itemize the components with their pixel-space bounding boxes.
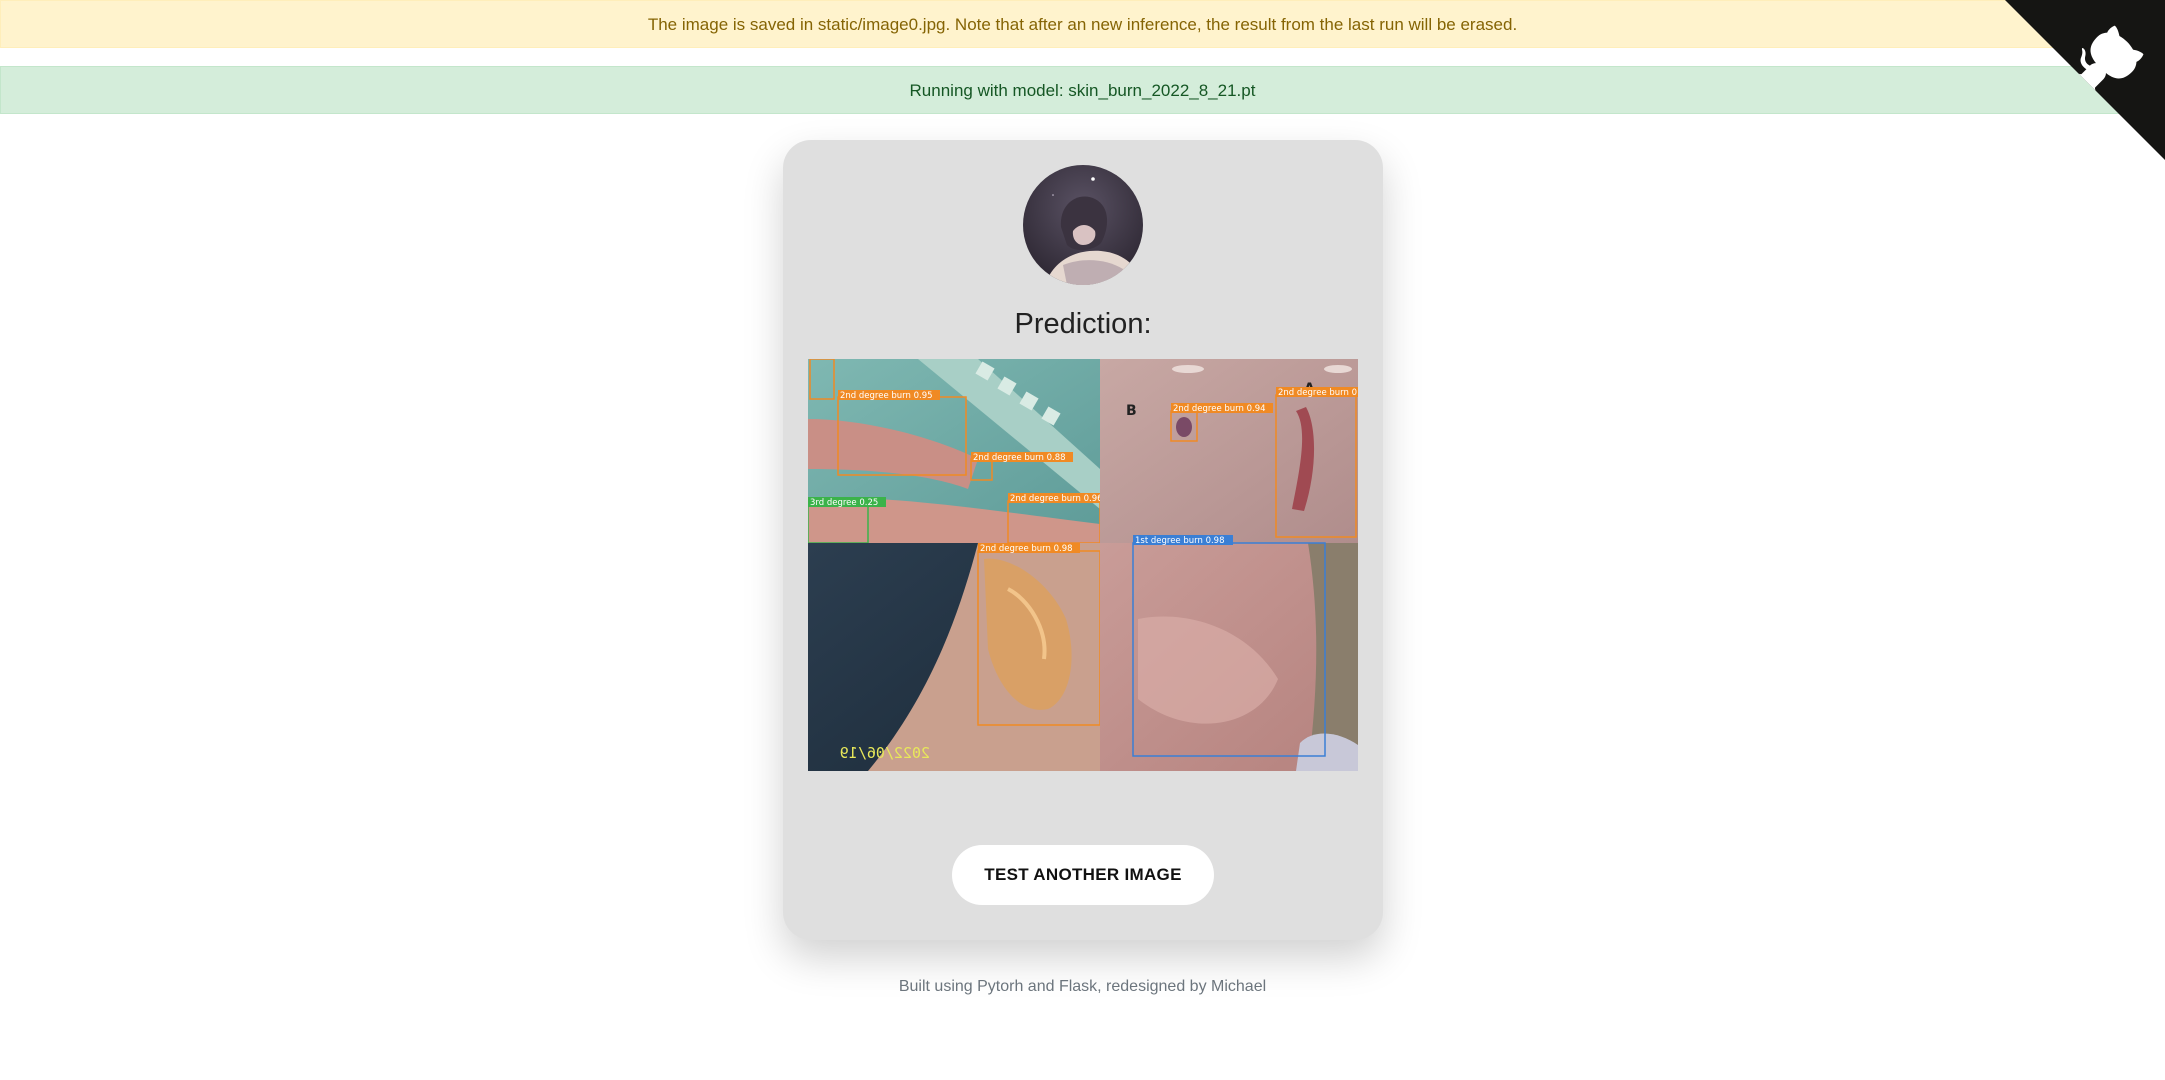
footer-credit: Built using Pytorh and Flask, redesigned… <box>898 978 1267 995</box>
svg-text:2nd degree burn 0.98: 2nd degree burn 0.98 <box>980 544 1073 554</box>
svg-text:2nd degree burn 0: 2nd degree burn 0 <box>1278 388 1357 398</box>
svg-text:2nd degree burn 0.88: 2nd degree burn 0.88 <box>973 453 1066 463</box>
prediction-result-image: 2nd degree burn 0.95 2nd degree burn 0.8… <box>808 359 1358 771</box>
save-notice-alert: The image is saved in static/image0.jpg.… <box>0 0 2165 48</box>
model-status-alert: Running with model: skin_burn_2022_8_21.… <box>0 66 2165 114</box>
github-corner-link[interactable] <box>2005 0 2165 160</box>
svg-text:2nd degree burn 0.96: 2nd degree burn 0.96 <box>1010 494 1103 504</box>
svg-text:2nd degree burn 0.94: 2nd degree burn 0.94 <box>1173 404 1266 414</box>
svg-text:B: B <box>1126 403 1137 419</box>
github-octocat-icon <box>2005 0 2165 160</box>
test-another-image-button[interactable]: TEST ANOTHER IMAGE <box>952 845 1214 905</box>
svg-text:2022/06/19: 2022/06/19 <box>840 744 930 762</box>
prediction-title: Prediction: <box>1014 308 1152 340</box>
profile-avatar <box>1023 165 1143 285</box>
svg-text:1st degree burn 0.98: 1st degree burn 0.98 <box>1135 536 1225 546</box>
svg-text:2nd degree burn 0.95: 2nd degree burn 0.95 <box>840 391 933 401</box>
prediction-card: Prediction: 2nd degree burn 0.95 2nd deg… <box>783 140 1383 940</box>
svg-text:3rd degree 0.25: 3rd degree 0.25 <box>810 498 878 508</box>
